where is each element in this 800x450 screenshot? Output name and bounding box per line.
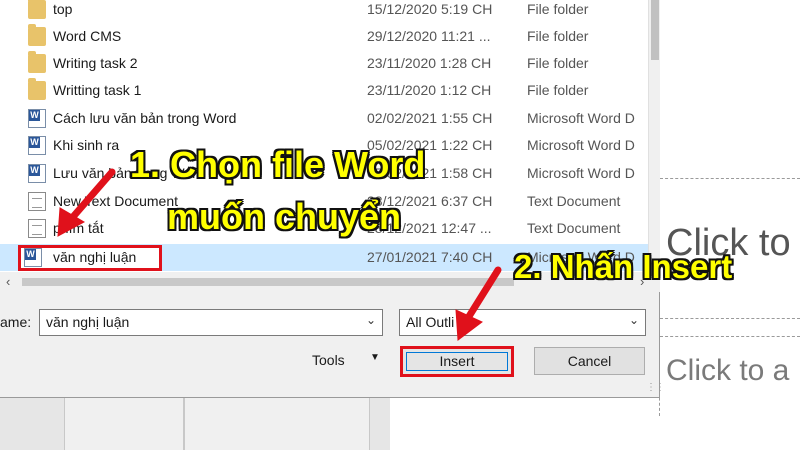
file-type: Text Document	[527, 220, 621, 236]
thumbnail-slot	[64, 395, 184, 450]
file-name: văn nghị luận	[53, 249, 137, 265]
file-row[interactable]: Writting task 1 23/11/2020 1:12 CH File fo…	[0, 77, 648, 104]
word-logo-icon: W	[29, 110, 40, 121]
chevron-down-icon[interactable]: ⌄	[366, 313, 376, 327]
word-logo-icon: W	[29, 137, 40, 148]
scroll-left-icon[interactable]: ‹	[6, 274, 10, 289]
file-date: 29/12/2020 11:21 ...	[367, 28, 491, 44]
file-type: File folder	[527, 55, 589, 71]
file-name-input[interactable]: văn nghị luận ⌄	[39, 309, 383, 336]
file-type: File folder	[527, 28, 589, 44]
word-logo-icon: W	[29, 165, 40, 176]
file-type: Text Document	[527, 193, 621, 209]
cancel-label: Cancel	[567, 353, 612, 369]
content-placeholder[interactable]: Click to a	[666, 354, 789, 388]
step2-caption: 2. Nhấn Insert	[514, 248, 733, 285]
folder-icon	[28, 24, 46, 46]
tools-label: Tools	[312, 352, 345, 368]
resize-grip-icon[interactable]: ⋮⋮	[646, 382, 665, 393]
file-name: Writing task 2	[53, 55, 138, 71]
placeholder-border	[660, 336, 800, 337]
file-type: Microsoft Word D	[527, 110, 635, 126]
file-row[interactable]: W Cách lưu văn bản trong Word 02/02/2021 1…	[0, 105, 648, 132]
slide-canvas-strip	[390, 395, 650, 450]
caret-down-icon: ▼	[370, 352, 380, 363]
file-row[interactable]: Writing task 2 23/11/2020 1:28 CH File fol…	[0, 50, 648, 77]
word-doc-icon: W	[28, 136, 46, 155]
placeholder-border	[660, 318, 800, 319]
scrollbar-thumb[interactable]	[22, 278, 514, 286]
file-type: Microsoft Word D	[527, 137, 635, 153]
scrollbar-thumb[interactable]	[651, 0, 659, 60]
file-date: 23/11/2020 1:12 CH	[367, 82, 492, 98]
file-name-label: ame:	[0, 314, 32, 330]
file-type: File folder	[527, 1, 589, 17]
file-name: New Text Document	[53, 193, 179, 209]
file-row[interactable]: top 15/12/2020 5:19 CH File folder	[0, 0, 648, 23]
file-type: File folder	[527, 82, 589, 98]
file-name: phím tắt	[53, 220, 104, 236]
word-doc-icon: W	[28, 164, 46, 183]
step1-caption-line2: muốn chuyển	[167, 196, 402, 237]
chevron-down-icon[interactable]: ⌄	[629, 313, 639, 327]
thumbnail-slot	[184, 395, 370, 450]
file-row[interactable]: Word CMS 29/12/2020 11:21 ... File folder	[0, 23, 648, 50]
file-type-value: All Outli	[406, 314, 455, 330]
file-date: 15/12/2020 5:19 CH	[367, 1, 493, 17]
word-logo-icon: W	[25, 249, 36, 260]
file-date: 27/01/2021 7:40 CH	[367, 249, 493, 265]
file-date: 02/02/2021 1:55 CH	[367, 110, 493, 126]
file-name: Word CMS	[53, 28, 122, 44]
word-doc-icon: W	[28, 109, 46, 128]
file-name: Writting task 1	[53, 82, 142, 98]
cancel-button[interactable]: Cancel	[534, 347, 645, 375]
file-name: Khi sinh ra	[53, 137, 120, 153]
placeholder-border	[660, 178, 800, 179]
tools-menu-button[interactable]: Tools ▼	[312, 352, 380, 368]
file-name: top	[53, 1, 73, 17]
focus-ring	[406, 352, 508, 371]
folder-icon	[28, 78, 46, 100]
file-name: Cách lưu văn bản trong Word	[53, 110, 237, 126]
vertical-scrollbar[interactable]	[648, 0, 660, 272]
text-doc-icon	[28, 219, 46, 238]
file-type-select[interactable]: All Outli ⌄	[399, 309, 646, 336]
insert-button[interactable]: Insert	[400, 346, 514, 377]
file-date: 23/11/2020 1:28 CH	[367, 55, 492, 71]
file-name-value: văn nghị luận	[46, 314, 130, 330]
folder-icon	[28, 0, 46, 19]
file-type: Microsoft Word D	[527, 165, 635, 181]
word-doc-icon: W	[24, 248, 42, 267]
step1-caption: 1. Chọn file Word	[130, 144, 426, 185]
text-doc-icon	[28, 192, 46, 211]
folder-icon	[28, 51, 46, 73]
